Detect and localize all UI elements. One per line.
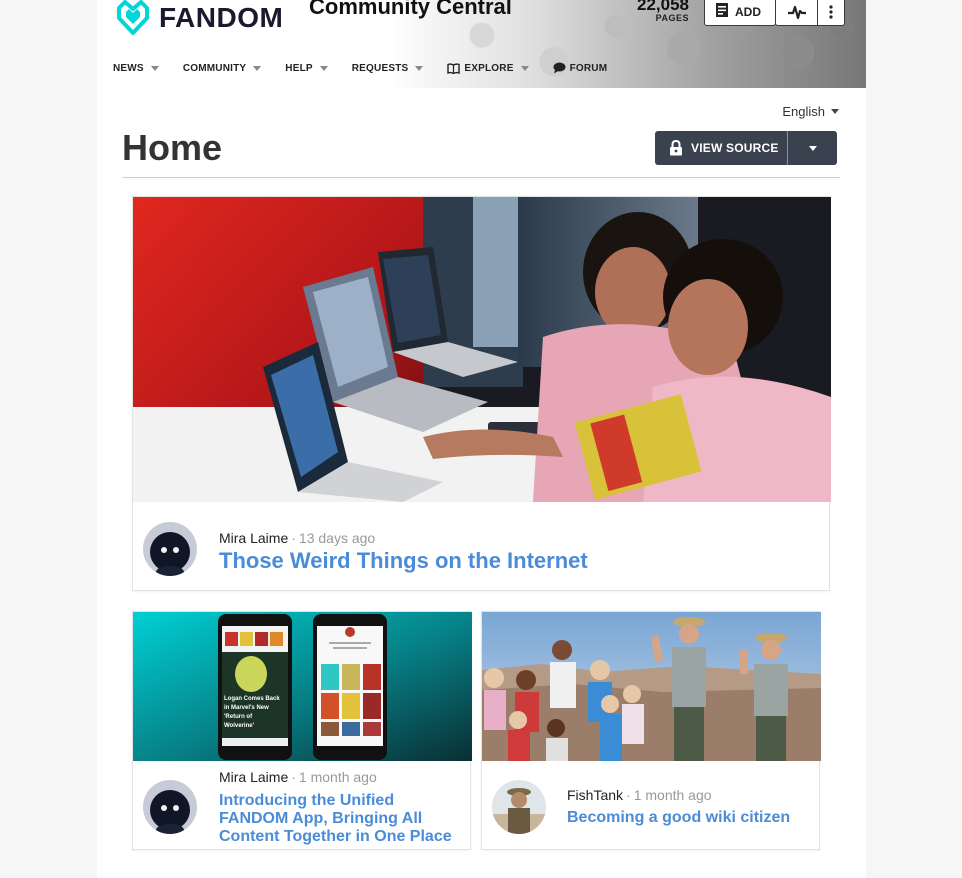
nav-forum[interactable]: FORUM — [553, 62, 608, 74]
pages-stat: 22,058 PAGES — [629, 0, 689, 23]
view-source-label: VIEW SOURCE — [691, 141, 779, 155]
language-label: English — [782, 104, 825, 119]
nav-community-label: COMMUNITY — [182, 62, 247, 74]
book-icon — [447, 62, 461, 74]
svg-text:'Return of: 'Return of — [224, 714, 253, 720]
nav-news-label: NEWS — [113, 62, 144, 74]
add-button[interactable]: ADD — [704, 0, 776, 26]
meta-separator: · — [291, 530, 296, 546]
view-source-control: VIEW SOURCE — [655, 131, 837, 165]
wiki-nav: NEWS COMMUNITY HELP REQUESTS EXPLORE FOR… — [113, 60, 631, 76]
post-title-line: FANDOM App, Bringing All — [219, 810, 423, 827]
page-title: Home — [122, 127, 223, 168]
post-meta: Mira Laime · 13 days ago — [219, 530, 375, 546]
page-container: FANDOM Community Central 22,058 PAGES AD… — [97, 0, 866, 878]
nav-requests-label: REQUESTS — [351, 62, 409, 74]
nav-explore[interactable]: EXPLORE — [447, 62, 529, 74]
add-button-label: ADD — [735, 5, 761, 19]
post-time: 13 days ago — [298, 530, 376, 546]
meta-separator: · — [291, 769, 296, 785]
nav-help-label: HELP — [285, 62, 313, 74]
nav-news[interactable]: NEWS — [113, 63, 159, 74]
post-title-link[interactable]: Those Weird Things on the Internet — [219, 548, 588, 574]
post-title-line: Introducing the Unified — [219, 792, 395, 809]
page-add-icon — [715, 2, 729, 23]
fandom-logo[interactable]: FANDOM — [115, 0, 283, 36]
post-title-line: Content Together in One Place — [219, 828, 452, 845]
edit-options-dropdown[interactable] — [788, 145, 837, 151]
svg-text:Logan Comes Back: Logan Comes Back — [224, 696, 280, 702]
author-avatar[interactable] — [143, 522, 197, 576]
svg-text:in Marvel's New: in Marvel's New — [224, 705, 269, 711]
chevron-down-icon — [319, 65, 328, 71]
more-options-button[interactable] — [818, 0, 844, 25]
chevron-down-icon — [150, 65, 159, 71]
more-vertical-icon — [829, 5, 833, 19]
author-name[interactable]: Mira Laime — [219, 769, 288, 785]
author-name[interactable]: FishTank — [567, 787, 623, 803]
featured-post-card[interactable]: Mira Laime · 13 days ago Those Weird Thing… — [132, 196, 831, 591]
post-image-rangers — [482, 612, 821, 761]
nav-explore-label: EXPLORE — [464, 62, 514, 74]
nav-forum-label: FORUM — [569, 62, 608, 74]
author-name[interactable]: Mira Laime — [219, 530, 288, 546]
wiki-name[interactable]: Community Central — [309, 0, 512, 20]
post-card[interactable]: FishTank · 1 month ago Becoming a good wik… — [481, 611, 821, 850]
chevron-down-icon — [808, 145, 817, 151]
author-avatar[interactable] — [492, 780, 546, 834]
post-meta: FishTank · 1 month ago — [567, 787, 712, 803]
activity-menu — [775, 0, 845, 26]
post-title-link[interactable]: Becoming a good wiki citizen — [567, 809, 790, 827]
title-divider — [122, 177, 840, 178]
wiki-header: FANDOM Community Central 22,058 PAGES AD… — [97, 0, 866, 88]
post-image-app: Logan Comes Back in Marvel's New 'Return… — [133, 612, 472, 761]
author-avatar[interactable] — [143, 780, 197, 834]
chevron-down-icon — [415, 65, 424, 71]
activity-pulse-icon — [787, 5, 806, 19]
fandom-logo-text: FANDOM — [159, 2, 284, 33]
activity-button[interactable] — [776, 0, 819, 25]
chevron-down-icon — [253, 65, 262, 71]
nav-help[interactable]: HELP — [285, 62, 328, 74]
meta-separator: · — [626, 787, 631, 803]
post-title-link[interactable]: Introducing the Unified FANDOM App, Brin… — [219, 792, 469, 846]
nav-community[interactable]: COMMUNITY — [182, 62, 262, 74]
chevron-down-icon — [520, 65, 529, 71]
speech-bubble-icon — [553, 62, 566, 74]
lock-icon — [670, 140, 682, 156]
featured-post-image — [133, 197, 831, 502]
post-card[interactable]: Logan Comes Back in Marvel's New 'Return… — [132, 611, 472, 850]
language-selector[interactable]: English — [782, 104, 839, 119]
svg-text:Wolverine': Wolverine' — [224, 723, 255, 729]
chevron-down-icon — [831, 109, 839, 114]
fandom-heart-icon — [115, 0, 151, 36]
view-source-button[interactable]: VIEW SOURCE — [655, 131, 788, 165]
post-time: 1 month ago — [298, 769, 377, 785]
post-time: 1 month ago — [633, 787, 712, 803]
nav-requests[interactable]: REQUESTS — [352, 63, 424, 74]
post-meta: Mira Laime · 1 month ago — [219, 769, 377, 785]
